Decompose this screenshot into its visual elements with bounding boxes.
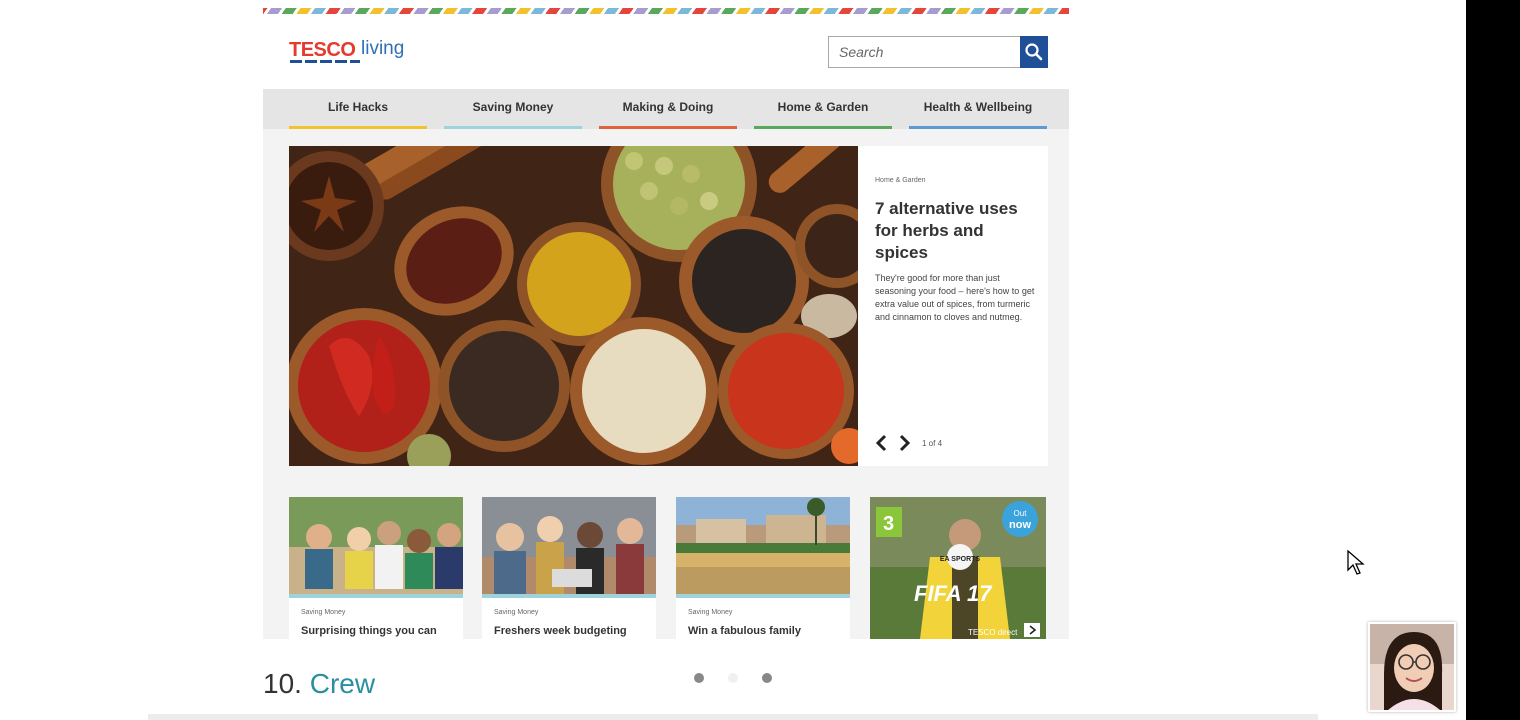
logo-sub-text: living xyxy=(361,38,405,59)
slide-heading: 10. Crew xyxy=(263,668,375,700)
pager-dot[interactable] xyxy=(762,673,772,683)
advert-artwork: 3 Out now EA SPORTS FIFA 17 TESCO direct xyxy=(870,497,1046,639)
tile-category: Saving Money xyxy=(301,609,346,616)
logo-underline-dashes xyxy=(290,60,360,63)
nav-item-making-doing[interactable]: Making & Doing xyxy=(599,89,737,129)
search-button[interactable] xyxy=(1020,36,1048,68)
search-input[interactable] xyxy=(828,36,1021,68)
fifa-17-advert[interactable]: 3 Out now EA SPORTS FIFA 17 TESCO direct xyxy=(870,497,1046,639)
article-tile[interactable]: Saving Money Win a fabulous family xyxy=(676,497,850,639)
nav-item-home-garden[interactable]: Home & Garden xyxy=(754,89,892,129)
slide-pager xyxy=(694,673,774,685)
multicolor-top-stripe xyxy=(263,8,1069,14)
tile-image-resort xyxy=(676,497,850,594)
game-title-text: FIFA 17 xyxy=(914,581,993,606)
screen: TESCO living Life Hacks Saving Money xyxy=(0,0,1520,720)
tile-image-friends xyxy=(289,497,463,594)
article-tile[interactable]: Saving Money Freshers week budgeting xyxy=(482,497,656,639)
badge-out-text: Out xyxy=(1014,509,1028,518)
tile-category: Saving Money xyxy=(494,609,539,616)
nav-item-label: Life Hacks xyxy=(327,100,389,114)
nav-item-label: Making & Doing xyxy=(622,100,714,114)
right-black-bar xyxy=(1466,0,1520,720)
nav-item-saving-money[interactable]: Saving Money xyxy=(444,89,582,129)
tile-title[interactable]: Win a fabulous family xyxy=(688,625,801,637)
chevron-left-icon[interactable] xyxy=(874,434,890,452)
pager-dot[interactable] xyxy=(694,673,704,683)
publisher-text: EA SPORTS xyxy=(940,556,981,563)
website-screenshot-slide: TESCO living Life Hacks Saving Money xyxy=(263,8,1069,639)
tile-category: Saving Money xyxy=(688,609,733,616)
category-nav: Life Hacks Saving Money Making & Doing H… xyxy=(263,89,1069,129)
presenter-webcam-thumbnail xyxy=(1368,622,1456,712)
article-description: They're good for more than just seasonin… xyxy=(875,273,1035,322)
tile-accent-rule xyxy=(676,594,850,598)
slide-keyword: Crew xyxy=(309,668,376,699)
badge-now-text: now xyxy=(1009,519,1031,531)
nav-item-health-wellbeing[interactable]: Health & Wellbeing xyxy=(909,89,1047,129)
nav-item-life-hacks[interactable]: Life Hacks xyxy=(289,89,427,129)
spices-hero-image[interactable] xyxy=(289,146,858,466)
retailer-text: TESCO direct xyxy=(968,628,1018,637)
tile-image-students xyxy=(482,497,656,594)
article-category: Home & Garden xyxy=(875,177,926,184)
tile-accent-rule xyxy=(482,594,656,598)
magnifier-icon xyxy=(1025,43,1043,61)
tile-accent-rule xyxy=(289,594,463,598)
age-rating-text: 3 xyxy=(883,513,894,535)
chevron-right-icon[interactable] xyxy=(896,434,912,452)
pager-dot[interactable] xyxy=(728,673,738,683)
tesco-living-logo[interactable]: TESCO living xyxy=(289,38,419,68)
logo-brand-text: TESCO xyxy=(289,39,356,61)
bottom-divider xyxy=(148,714,1318,720)
spice-bowls-illustration xyxy=(289,146,858,466)
search-box xyxy=(828,36,1048,68)
slide-number: 10. xyxy=(263,668,302,699)
article-title[interactable]: 7 alternative uses for herbs and spices xyxy=(875,198,1035,264)
mouse-pointer-icon xyxy=(1347,549,1365,576)
featured-article-card[interactable]: Home & Garden 7 alternative uses for her… xyxy=(858,146,1048,466)
tile-title[interactable]: Surprising things you can xyxy=(301,625,437,637)
carousel-counter: 1 of 4 xyxy=(922,439,943,448)
tile-title[interactable]: Freshers week budgeting xyxy=(494,625,627,637)
article-tile[interactable]: Saving Money Surprising things you can xyxy=(289,497,463,639)
nav-item-label: Saving Money xyxy=(472,100,554,114)
presenter-avatar xyxy=(1370,624,1454,710)
nav-item-label: Health & Wellbeing xyxy=(923,100,1033,114)
nav-item-label: Home & Garden xyxy=(777,100,869,114)
